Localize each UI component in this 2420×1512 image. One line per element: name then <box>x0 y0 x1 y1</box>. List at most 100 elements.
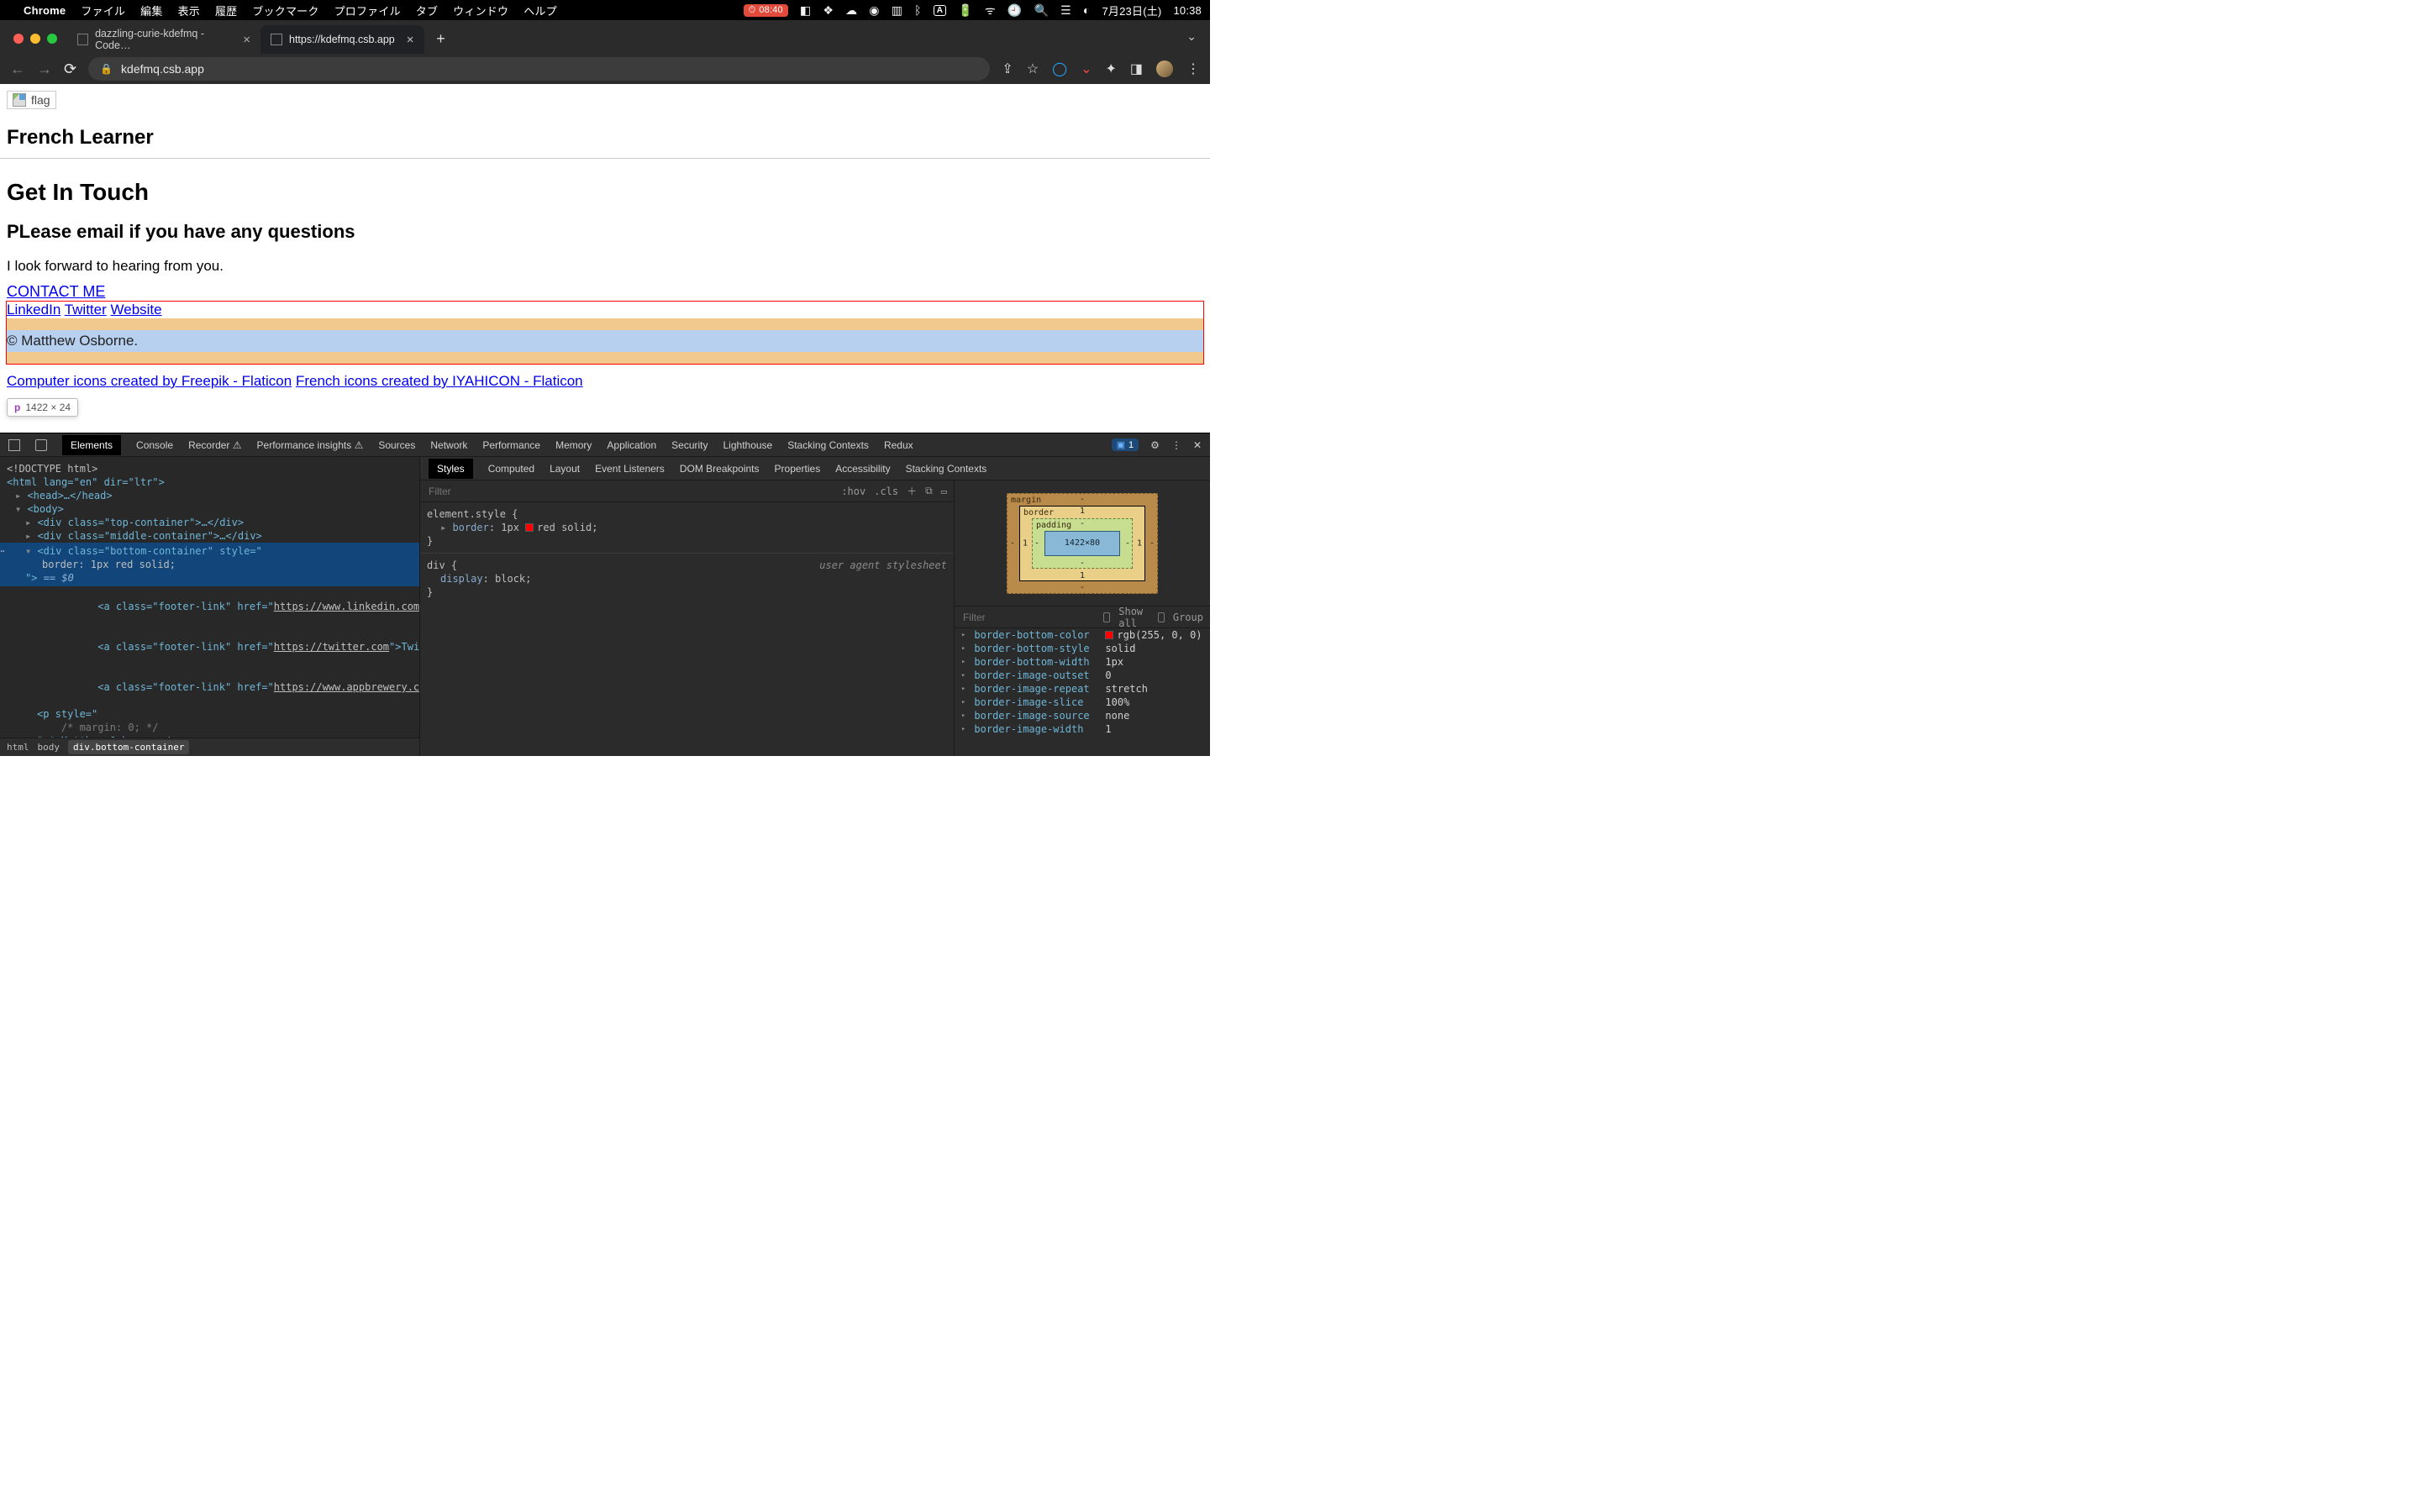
address-bar[interactable]: 🔒 kdefmq.csb.app <box>88 57 990 81</box>
computed-row[interactable]: border-bottom-stylesolid <box>955 642 1210 655</box>
dom-breadcrumb[interactable]: html body div.bottom-container <box>0 738 419 756</box>
hov-toggle[interactable]: :hov <box>841 486 865 497</box>
breadcrumb-body[interactable]: body <box>38 742 60 753</box>
devtools-settings-icon[interactable]: ⚙ <box>1150 439 1160 451</box>
grid-icon[interactable]: ▥ <box>892 3 902 18</box>
menubar-app[interactable]: Chrome <box>24 4 66 17</box>
footer-link-twitter[interactable]: Twitter <box>65 302 107 318</box>
input-source-badge[interactable]: A <box>934 5 946 16</box>
inspect-element-icon[interactable] <box>8 439 20 451</box>
stage-manager-icon[interactable]: ◧ <box>800 3 811 18</box>
back-button[interactable]: ← <box>10 60 25 78</box>
bluetooth-icon[interactable]: ᛒ <box>914 3 922 17</box>
wifi-icon[interactable]: ᯤ <box>985 3 996 18</box>
bookmark-star-icon[interactable]: ☆ <box>1027 60 1039 77</box>
attribution-link[interactable]: French icons created by IYAHICON - Flati… <box>296 373 583 389</box>
menu-view[interactable]: 表示 <box>178 3 200 18</box>
footer-link-linkedin[interactable]: LinkedIn <box>7 302 60 318</box>
window-controls[interactable] <box>13 34 57 44</box>
computed-sidebar-icon[interactable]: ⧉ <box>925 485 933 497</box>
menu-help[interactable]: ヘルプ <box>523 3 557 18</box>
close-tab-icon[interactable]: × <box>243 33 250 47</box>
subtab-styles[interactable]: Styles <box>429 459 473 479</box>
menubar-time[interactable]: 10:38 <box>1173 4 1202 17</box>
computed-row[interactable]: border-image-outset0 <box>955 669 1210 682</box>
breadcrumb-html[interactable]: html <box>7 742 29 753</box>
extension-pocket-icon[interactable]: ⌄ <box>1081 60 1092 77</box>
computed-row[interactable]: border-image-width1 <box>955 722 1210 736</box>
menu-file[interactable]: ファイル <box>81 3 125 18</box>
contact-link[interactable]: CONTACT ME <box>7 283 1203 301</box>
panel-redux[interactable]: Redux <box>884 439 913 451</box>
profile-avatar[interactable] <box>1156 60 1173 77</box>
side-panel-icon[interactable]: ◨ <box>1130 60 1143 77</box>
close-tab-icon[interactable]: × <box>407 33 414 47</box>
cls-toggle[interactable]: .cls <box>874 486 898 497</box>
extensions-icon[interactable]: ✦ <box>1105 60 1116 77</box>
panel-console[interactable]: Console <box>136 439 173 451</box>
issues-counter[interactable]: ▣1 <box>1112 438 1139 451</box>
subtab-computed[interactable]: Computed <box>488 463 534 475</box>
box-model[interactable]: margin - - - - border 1 1 1 1 <box>955 480 1210 606</box>
new-tab-button[interactable]: + <box>429 27 453 50</box>
battery-icon[interactable]: 🔋 <box>958 3 973 18</box>
computed-row[interactable]: border-image-repeatstretch <box>955 682 1210 696</box>
clock-badge[interactable]: ⏱08:40 <box>744 4 788 17</box>
clock-icon[interactable]: 🕘 <box>1007 3 1023 18</box>
tab-codesandbox[interactable]: dazzling-curie-kdefmq - Code… × <box>67 25 260 54</box>
devtools-close-icon[interactable]: ✕ <box>1193 439 1202 451</box>
menu-window[interactable]: ウィンドウ <box>453 3 508 18</box>
cloud-icon[interactable]: ☁ <box>845 3 857 18</box>
panel-stacking[interactable]: Stacking Contexts <box>787 439 869 451</box>
chrome-menu-icon[interactable]: ⋮ <box>1186 60 1200 77</box>
subtab-eventlisteners[interactable]: Event Listeners <box>595 463 665 475</box>
menu-tab[interactable]: タブ <box>416 3 438 18</box>
show-all-checkbox[interactable] <box>1103 612 1110 622</box>
panel-perf-insights[interactable]: Performance insights ⚠ <box>257 439 364 451</box>
circle-dot-icon[interactable]: ◉ <box>869 3 879 18</box>
dom-tree[interactable]: <!DOCTYPE html> <html lang="en" dir="ltr… <box>0 457 419 738</box>
tab-preview[interactable]: https://kdefmq.csb.app × <box>260 25 424 54</box>
breadcrumb-current[interactable]: div.bottom-container <box>68 740 189 754</box>
menu-bookmarks[interactable]: ブックマーク <box>252 3 318 18</box>
computed-row[interactable]: border-bottom-width1px <box>955 655 1210 669</box>
computed-row[interactable]: border-image-slice100% <box>955 696 1210 709</box>
tabs-overflow-icon[interactable]: ⌄ <box>1186 29 1197 44</box>
computed-row[interactable]: border-image-sourcenone <box>955 709 1210 722</box>
menu-history[interactable]: 履歴 <box>215 3 237 18</box>
subtab-accessibility[interactable]: Accessibility <box>835 463 890 475</box>
styles-more-icon[interactable]: ▭ <box>941 486 947 497</box>
spotlight-icon[interactable]: 🔍 <box>1034 3 1049 18</box>
dom-selected-node[interactable]: <div class="bottom-container" style=" bo… <box>0 543 419 586</box>
styles-rules[interactable]: element.style { border: 1px red solid; }… <box>420 502 954 756</box>
devtools-more-icon[interactable]: ⋮ <box>1171 439 1181 451</box>
styles-filter-input[interactable] <box>427 485 833 498</box>
share-icon[interactable]: ⇪ <box>1002 60 1013 77</box>
siri-icon[interactable]: ◐ <box>1083 3 1091 17</box>
menu-edit[interactable]: 編集 <box>140 3 162 18</box>
extension-1password-icon[interactable]: ◯ <box>1052 60 1067 77</box>
panel-sources[interactable]: Sources <box>378 439 415 451</box>
control-center-icon[interactable]: ☰ <box>1060 3 1071 18</box>
subtab-layout[interactable]: Layout <box>550 463 580 475</box>
menubar-date[interactable]: 7月23日(土) <box>1102 3 1162 18</box>
computed-row[interactable]: border-bottom-colorrgb(255, 0, 0) <box>955 628 1210 642</box>
subtab-stacking[interactable]: Stacking Contexts <box>906 463 987 475</box>
panel-security[interactable]: Security <box>671 439 708 451</box>
panel-lighthouse[interactable]: Lighthouse <box>723 439 773 451</box>
subtab-dombreakpoints[interactable]: DOM Breakpoints <box>680 463 760 475</box>
panel-network[interactable]: Network <box>430 439 467 451</box>
group-checkbox[interactable] <box>1158 612 1165 622</box>
new-style-rule-icon[interactable]: ＋ <box>907 484 917 498</box>
computed-filter-input[interactable] <box>961 611 1095 624</box>
package-icon[interactable]: ❖ <box>823 3 834 18</box>
reload-button[interactable]: ⟳ <box>64 60 76 78</box>
attribution-link[interactable]: Computer icons created by Freepik - Flat… <box>7 373 292 389</box>
panel-memory[interactable]: Memory <box>555 439 592 451</box>
panel-elements[interactable]: Elements <box>62 435 121 455</box>
panel-performance[interactable]: Performance <box>482 439 540 451</box>
footer-link-website[interactable]: Website <box>111 302 162 318</box>
lock-icon[interactable]: 🔒 <box>100 63 113 75</box>
panel-application[interactable]: Application <box>607 439 656 451</box>
subtab-properties[interactable]: Properties <box>775 463 821 475</box>
